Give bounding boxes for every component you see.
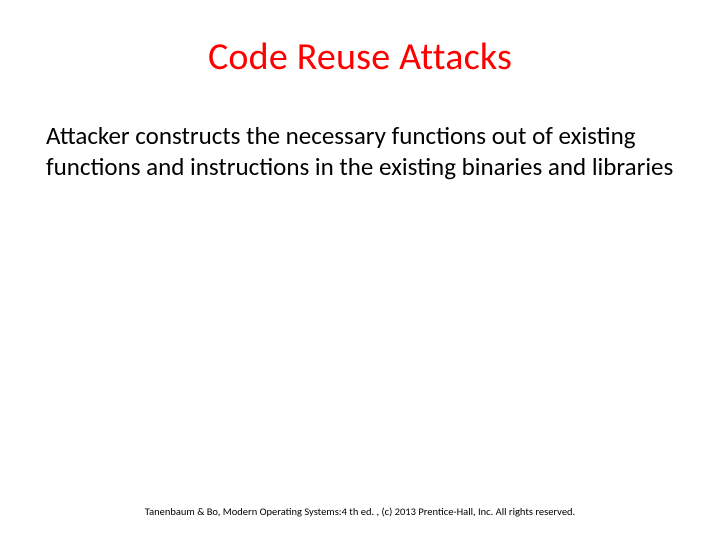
slide-footer: Tanenbaum & Bo, Modern Operating Systems… — [0, 505, 720, 518]
slide-body-text: Attacker constructs the necessary functi… — [44, 120, 676, 183]
slide-title: Code Reuse Attacks — [44, 34, 676, 80]
slide-container: Code Reuse Attacks Attacker constructs t… — [0, 0, 720, 540]
